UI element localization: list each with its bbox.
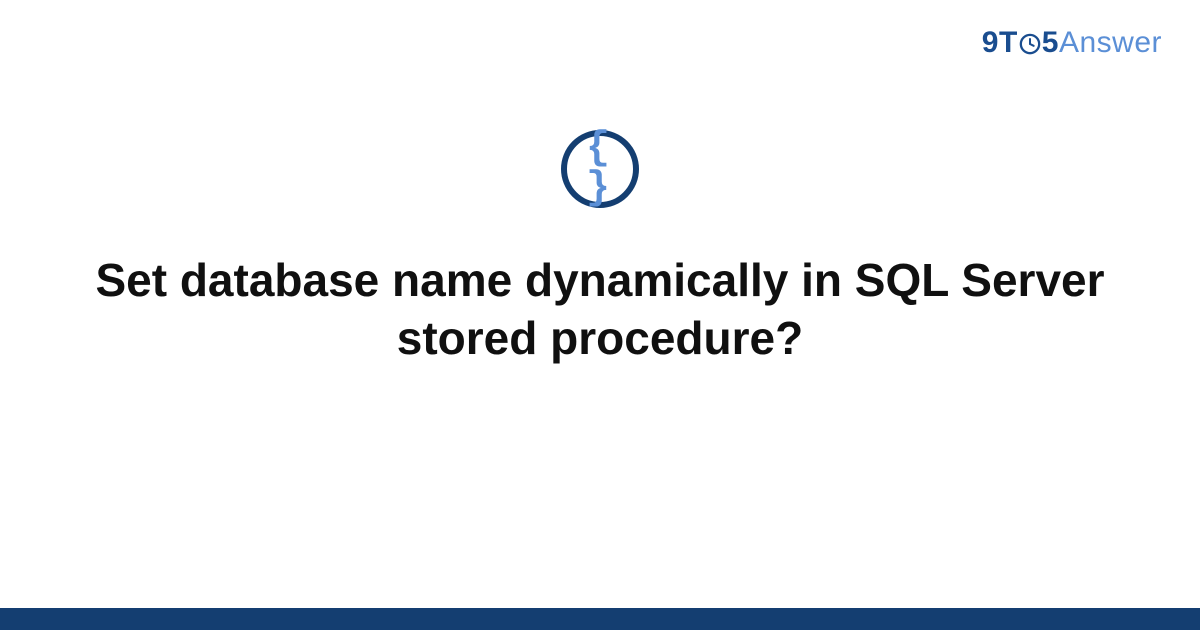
logo-text-9: 9 [982,26,999,59]
braces-glyph: { } [567,129,633,209]
footer-bar [0,608,1200,630]
logo-text-answer: Answer [1059,26,1162,59]
clock-icon [1019,29,1041,51]
code-braces-icon: { } [561,130,639,208]
question-title: Set database name dynamically in SQL Ser… [0,252,1200,367]
main-content: { } Set database name dynamically in SQL… [0,130,1200,367]
logo-text-t: T [999,26,1018,59]
logo-text-5: 5 [1042,26,1059,59]
site-logo[interactable]: 9T5Answer [982,26,1162,60]
